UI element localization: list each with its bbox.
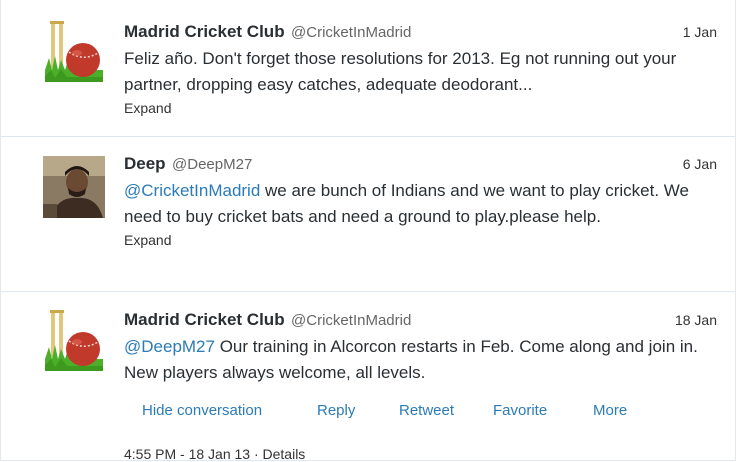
- tweet-header: Madrid Cricket Club @CricketInMadrid 18 …: [124, 310, 717, 332]
- cricket-ball-stumps-icon: [45, 310, 103, 371]
- user-handle[interactable]: @DeepM27: [172, 156, 252, 173]
- tweet-text: @CricketInMadrid we are bunch of Indians…: [124, 178, 717, 230]
- mention-link[interactable]: @DeepM27: [124, 337, 215, 356]
- tweet-header: Madrid Cricket Club @CricketInMadrid 1 J…: [124, 22, 717, 44]
- reply-button[interactable]: Reply: [317, 402, 355, 419]
- cricket-logo-avatar[interactable]: [43, 309, 105, 371]
- tweet-item[interactable]: Madrid Cricket Club @CricketInMadrid 18 …: [0, 291, 736, 462]
- tweet-meta-details[interactable]: 4:55 PM - 18 Jan 13 · Details: [124, 446, 305, 462]
- user-fullname[interactable]: Deep: [124, 154, 166, 173]
- cricket-logo-avatar[interactable]: [43, 20, 105, 82]
- user-photo-icon: [43, 156, 105, 218]
- user-photo-avatar[interactable]: [43, 156, 105, 218]
- expand-link[interactable]: Expand: [124, 100, 717, 116]
- more-button[interactable]: More: [593, 402, 627, 419]
- user-handle[interactable]: @CricketInMadrid: [291, 24, 411, 41]
- tweet-timestamp[interactable]: 18 Jan: [675, 312, 717, 328]
- tweet-content: Madrid Cricket Club @CricketInMadrid 18 …: [124, 310, 717, 462]
- expand-link[interactable]: Expand: [124, 232, 717, 248]
- user-fullname[interactable]: Madrid Cricket Club: [124, 310, 285, 329]
- tweet-timestamp[interactable]: 1 Jan: [683, 24, 717, 40]
- tweet-timestamp[interactable]: 6 Jan: [683, 156, 717, 172]
- tweet-stream: Madrid Cricket Club @CricketInMadrid 1 J…: [0, 0, 748, 462]
- tweet-content: Madrid Cricket Club @CricketInMadrid 1 J…: [124, 22, 717, 116]
- user-fullname[interactable]: Madrid Cricket Club: [124, 22, 285, 41]
- mention-link[interactable]: @CricketInMadrid: [124, 181, 260, 200]
- favorite-button[interactable]: Favorite: [493, 402, 547, 419]
- user-handle[interactable]: @CricketInMadrid: [291, 312, 411, 329]
- tweet-text: Feliz año. Don't forget those resolution…: [124, 49, 677, 94]
- tweet-content: Deep @DeepM27 6 Jan @CricketInMadrid we …: [124, 154, 717, 248]
- tweet-item[interactable]: Madrid Cricket Club @CricketInMadrid 1 J…: [0, 0, 736, 137]
- tweet-item[interactable]: Deep @DeepM27 6 Jan @CricketInMadrid we …: [0, 136, 736, 292]
- hide-conversation-link[interactable]: Hide conversation: [142, 402, 262, 419]
- tweet-text: @DeepM27 Our training in Alcorcon restar…: [124, 334, 717, 386]
- cricket-ball-stumps-icon: [45, 21, 103, 82]
- tweet-header: Deep @DeepM27 6 Jan: [124, 154, 717, 176]
- retweet-button[interactable]: Retweet: [399, 402, 454, 419]
